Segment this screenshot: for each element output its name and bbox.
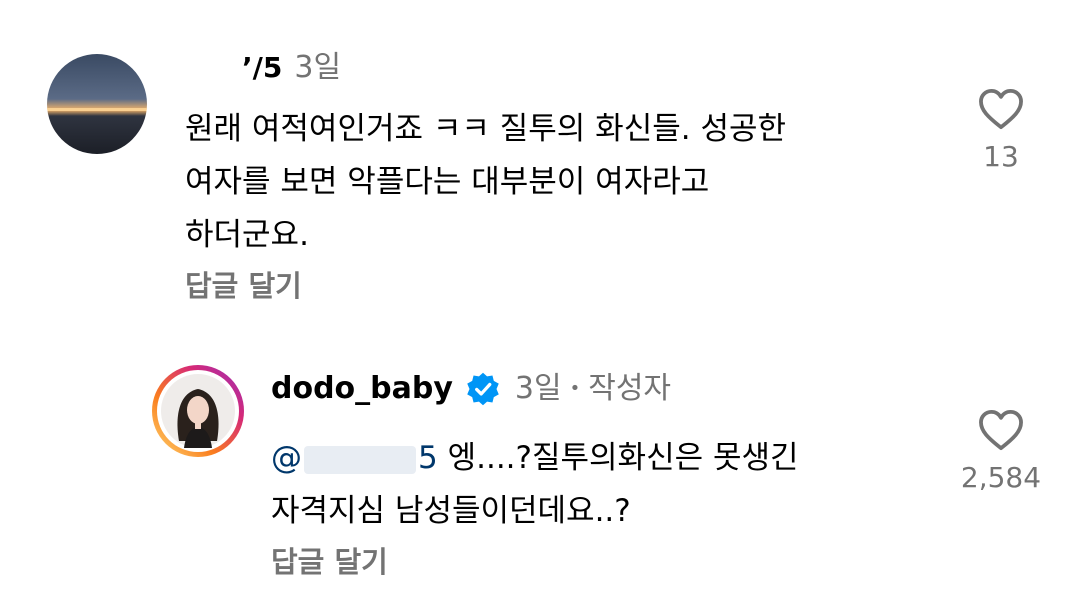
comment-text: 원래 여적여인거죠 ㅋㅋ 질투의 화신들. 성공한 여자를 보면 악플다는 대부… — [185, 103, 786, 262]
story-ring-avatar — [152, 365, 244, 457]
comment-text-line: 여자를 보면 악플다는 대부분이 여자라고 — [185, 164, 710, 200]
like-control: 2,584 — [941, 409, 1061, 494]
comment-text-line: 하더군요. — [185, 217, 309, 253]
mention-link[interactable]: @5 — [271, 440, 448, 476]
like-control: 13 — [941, 88, 1061, 173]
comment-header: ’/5 3일 — [242, 50, 341, 86]
comment-text: @5 엥....?질투의화신은 못생긴 자격지심 남성들이던데요..? — [271, 432, 799, 538]
redacted-username — [304, 445, 416, 474]
author-username[interactable]: dodo_baby — [271, 371, 453, 407]
comment-text-rest: 엥....?질투의화신은 못생긴 — [447, 440, 799, 476]
comment-text-line: @5 엥....?질투의화신은 못생긴 — [271, 432, 799, 485]
reply-button[interactable]: 답글 달기 — [185, 268, 302, 304]
mention-tail: 5 — [418, 440, 438, 476]
commenter-avatar[interactable] — [47, 54, 147, 154]
meta-separator: • — [569, 378, 581, 399]
comment-header: dodo_baby 3일 • 작성자 — [271, 371, 671, 407]
comment-time: 3일 — [514, 371, 562, 406]
like-count: 13 — [983, 140, 1019, 173]
commenter-username[interactable]: ’/5 — [242, 50, 282, 86]
like-count: 2,584 — [960, 461, 1042, 494]
heart-outline-icon[interactable] — [941, 88, 1061, 130]
mention-at: @ — [271, 440, 302, 476]
verified-badge-icon — [465, 371, 501, 407]
reply-button[interactable]: 답글 달기 — [271, 544, 388, 580]
comment-text-line: 원래 여적여인거죠 ㅋㅋ 질투의 화신들. 성공한 — [185, 111, 787, 147]
author-label: 작성자 — [588, 371, 672, 406]
comment-2: dodo_baby 3일 • 작성자 @5 엥....?질투의화신은 못생긴 자… — [0, 330, 1080, 591]
author-avatar[interactable] — [150, 363, 246, 459]
comment-text-line: 자격지심 남성들이던데요..? — [271, 493, 631, 529]
comment-1: ’/5 3일 원래 여적여인거죠 ㅋㅋ 질투의 화신들. 성공한 여자를 보면 … — [0, 0, 1080, 330]
comment-time: 3일 — [294, 50, 342, 85]
heart-outline-icon[interactable] — [941, 409, 1061, 451]
sunset-avatar-image — [47, 54, 147, 154]
